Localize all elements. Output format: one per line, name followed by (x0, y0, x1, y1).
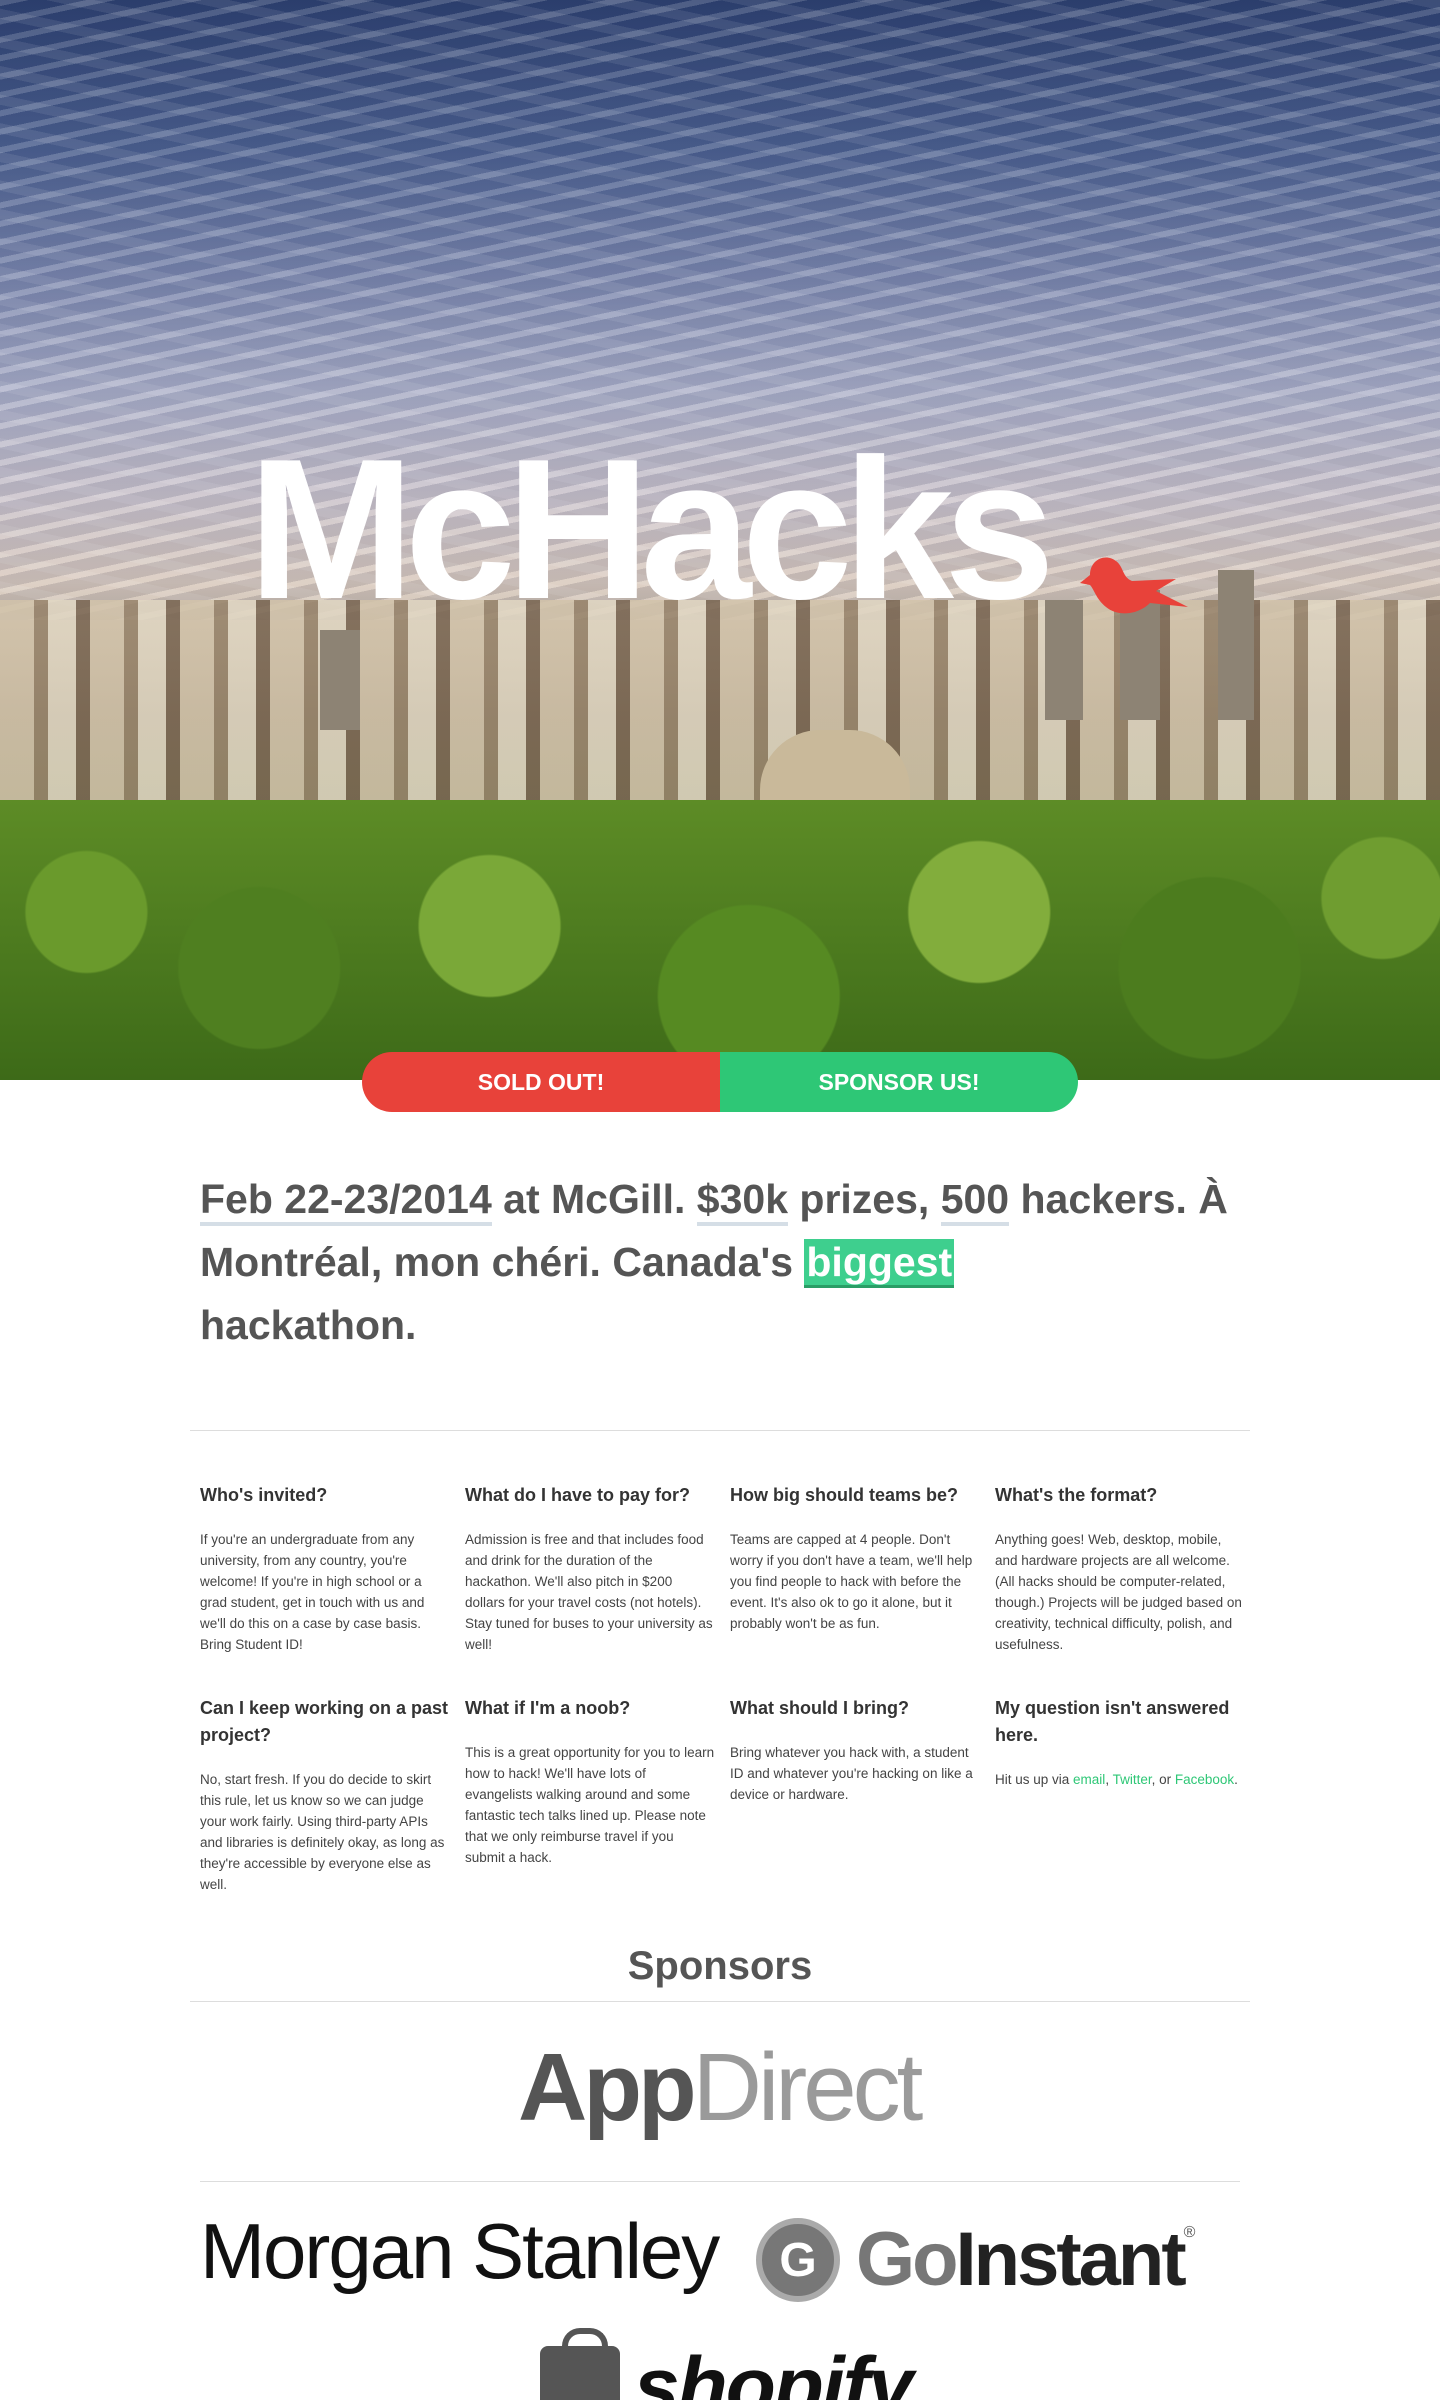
goinstant-part1: Go (856, 2217, 959, 2302)
contact-separator: , or (1151, 1772, 1175, 1787)
faq-question: What do I have to pay for? (465, 1485, 691, 1505)
faq-answer: This is a great opportunity for you to l… (465, 1745, 715, 1865)
faq-answer: Teams are capped at 4 people. Don't worr… (730, 1532, 973, 1631)
highlight-biggest: biggest (804, 1239, 955, 1288)
sold-out-button[interactable]: SOLD OUT! (362, 1052, 720, 1112)
skyscraper (320, 630, 360, 730)
faq-answer: Bring whatever you hack with, a student … (730, 1745, 973, 1802)
shopify-logo[interactable]: shopify (540, 2328, 914, 2400)
appdirect-logo[interactable]: AppDirect (518, 2040, 923, 2136)
faq-item: Who's invited? If you're an undergraduat… (200, 1482, 450, 1655)
goinstant-part2: Instant (955, 2217, 1187, 2302)
prize-amount: $30k (696, 1176, 789, 1226)
goinstant-logo[interactable]: G GoInstant ® (756, 2218, 1195, 2302)
sponsor-us-button[interactable]: SPONSOR US! (720, 1052, 1078, 1112)
mchacks-logo: McHacks (248, 418, 1055, 641)
hacker-count: 500 (940, 1176, 1010, 1226)
contact-separator: , (1105, 1772, 1113, 1787)
hero-banner: McHacks (0, 0, 1440, 1080)
faq-item: What should I bring? Bring whatever you … (730, 1695, 980, 1895)
section-divider (190, 2001, 1250, 2002)
faq-answer: Admission is free and that includes food… (465, 1532, 713, 1652)
faq-question: How big should teams be? (730, 1485, 959, 1505)
faq-answer: Hit us up via email, Twitter, or Faceboo… (995, 1769, 1245, 1790)
faq-question: My question isn't answered here. (995, 1698, 1230, 1745)
faq-grid: Who's invited? If you're an undergraduat… (200, 1482, 1260, 1895)
faq-question: What should I bring? (730, 1698, 909, 1718)
faq-question: What's the format? (995, 1485, 1158, 1505)
tree-canopy (0, 800, 1440, 1080)
section-divider (190, 1430, 1250, 1431)
email-link[interactable]: email (1073, 1772, 1105, 1787)
faq-item: How big should teams be? Teams are cappe… (730, 1482, 980, 1655)
faq-question: What if I'm a noob? (465, 1698, 631, 1718)
faq-item: What do I have to pay for? Admission is … (465, 1482, 715, 1655)
faq-answer: No, start fresh. If you do decide to ski… (200, 1772, 445, 1892)
headline-text: at McGill. (491, 1176, 697, 1222)
contact-suffix: . (1234, 1772, 1238, 1787)
headline-text: prizes, (788, 1176, 941, 1222)
faq-item: What if I'm a noob? This is a great oppo… (465, 1695, 715, 1895)
red-bird-icon (1080, 557, 1188, 614)
section-divider (200, 2181, 1240, 2182)
appdirect-logo-part2: Direct (692, 2034, 924, 2141)
event-headline: Feb 22-23/2014 at McGill. $30k prizes, 5… (200, 1168, 1260, 1357)
faq-question: Can I keep working on a past project? (200, 1698, 449, 1745)
registered-mark: ® (1183, 2224, 1196, 2241)
shopping-bag-icon (540, 2328, 620, 2400)
faq-question: Who's invited? (200, 1485, 328, 1505)
faq-item: My question isn't answered here. Hit us … (995, 1695, 1245, 1895)
morgan-stanley-logo[interactable]: Morgan Stanley (200, 2212, 720, 2290)
goinstant-badge-icon: G (756, 2218, 840, 2302)
faq-item: Can I keep working on a past project? No… (200, 1695, 450, 1895)
twitter-link[interactable]: Twitter (1113, 1772, 1152, 1787)
headline-text: hackathon. (200, 1302, 417, 1348)
skyscraper (1218, 570, 1254, 720)
event-date: Feb 22-23/2014 (200, 1176, 492, 1226)
goinstant-wordmark: GoInstant (856, 2222, 1187, 2298)
appdirect-logo-part1: App (518, 2034, 697, 2141)
contact-prefix: Hit us up via (995, 1772, 1074, 1787)
cta-button-group: SOLD OUT! SPONSOR US! (362, 1052, 1078, 1112)
faq-item: What's the format? Anything goes! Web, d… (995, 1482, 1245, 1655)
sponsors-heading: Sponsors (627, 1944, 813, 1988)
faq-answer: Anything goes! Web, desktop, mobile, and… (995, 1532, 1242, 1652)
shopify-wordmark: shopify (634, 2341, 914, 2400)
faq-answer: If you're an undergraduate from any univ… (200, 1532, 425, 1652)
facebook-link[interactable]: Facebook (1175, 1772, 1234, 1787)
